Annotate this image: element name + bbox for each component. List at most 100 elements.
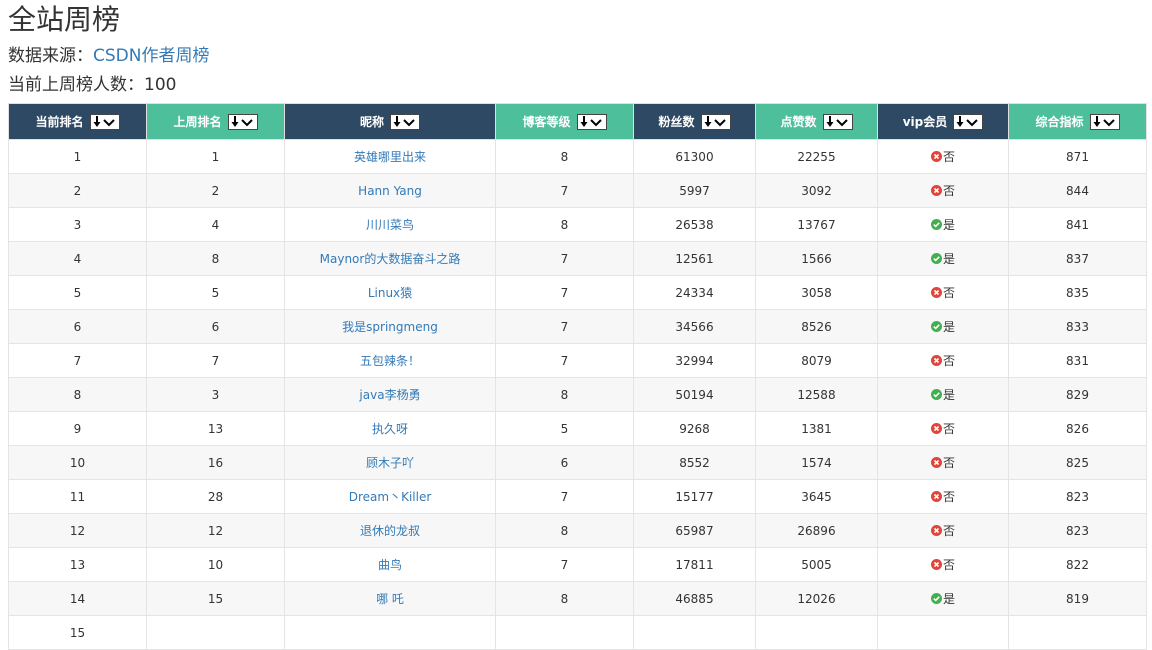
fans-cell: 34566 <box>633 309 756 344</box>
vip-label: 否 <box>942 354 955 368</box>
vip-status: 否 <box>930 454 955 471</box>
table-row: 12 12 退休的龙叔 8 65987 26896 否 823 <box>8 513 1147 548</box>
table-row: 6 6 我是springmeng 7 34566 8526 是 833 <box>8 309 1147 344</box>
vip-label: 否 <box>942 456 955 470</box>
sort-dropdown-icon[interactable] <box>390 114 420 131</box>
vip-status: 否 <box>930 284 955 301</box>
nickname-cell[interactable]: 曲鸟 <box>284 547 496 582</box>
overall-score-cell: 822 <box>1008 547 1147 582</box>
overall-score-cell: 825 <box>1008 445 1147 480</box>
data-source-link[interactable]: CSDN作者周榜 <box>93 46 209 66</box>
table-row: 4 8 Maynor的大数据奋斗之路 7 12561 1566 是 837 <box>8 241 1147 276</box>
vip-status: 否 <box>930 420 955 437</box>
overall-score-cell: 837 <box>1008 241 1147 276</box>
vip-status: 否 <box>930 556 955 573</box>
x-circle-icon <box>930 457 942 468</box>
check-circle-icon <box>930 219 942 230</box>
column-header-current-rank[interactable]: 当前排名 <box>8 103 147 140</box>
vip-cell: 是 <box>877 581 1009 616</box>
table-row: 10 16 顾木子吖 6 8552 1574 否 825 <box>8 445 1147 480</box>
column-header-vip[interactable]: vip会员 <box>877 103 1009 140</box>
nickname-cell[interactable]: 顾木子吖 <box>284 445 496 480</box>
vip-cell: 否 <box>877 513 1009 548</box>
fans-cell: 17811 <box>633 547 756 582</box>
column-header-label: 当前排名 <box>35 114 84 129</box>
column-header-blog-level[interactable]: 博客等级 <box>495 103 634 140</box>
last-week-rank-cell: 16 <box>146 445 285 480</box>
nickname-cell[interactable]: java李杨勇 <box>284 377 496 412</box>
vip-cell: 否 <box>877 173 1009 208</box>
nickname-cell[interactable]: Maynor的大数据奋斗之路 <box>284 241 496 276</box>
sort-dropdown-icon[interactable] <box>700 114 731 131</box>
vip-cell: 否 <box>877 139 1009 174</box>
data-source-label: 数据来源： <box>8 46 93 66</box>
last-week-rank-cell: 8 <box>146 241 285 276</box>
last-week-rank-cell: 7 <box>146 343 285 378</box>
x-circle-icon <box>930 423 942 434</box>
last-week-rank-cell: 6 <box>146 309 285 344</box>
last-week-rank-cell: 3 <box>146 377 285 412</box>
overall-score-cell: 835 <box>1008 275 1147 310</box>
current-rank-cell: 5 <box>8 275 147 310</box>
weekly-count-line: 当前上周榜人数：100 <box>8 74 176 96</box>
table-row: 1 1 英雄哪里出来 8 61300 22255 否 871 <box>8 139 1147 174</box>
sort-dropdown-icon[interactable] <box>953 114 984 131</box>
x-circle-icon <box>930 491 942 502</box>
nickname-cell[interactable]: 哪 吒 <box>284 581 496 616</box>
nickname-cell[interactable]: Dream丶Killer <box>284 479 496 514</box>
column-header-label: 上周排名 <box>173 114 222 129</box>
x-circle-icon <box>930 525 942 536</box>
table-row: 8 3 java李杨勇 8 50194 12588 是 829 <box>8 377 1147 412</box>
last-week-rank-cell: 1 <box>146 139 285 174</box>
column-header-label: 昵称 <box>359 114 384 129</box>
vip-cell: 否 <box>877 343 1009 378</box>
table-row: 15 <box>8 615 1147 650</box>
column-header-overall-score[interactable]: 综合指标 <box>1008 103 1147 140</box>
likes-cell: 3092 <box>755 173 878 208</box>
column-header-likes[interactable]: 点赞数 <box>755 103 878 140</box>
nickname-cell[interactable]: 我是springmeng <box>284 309 496 344</box>
last-week-rank-cell <box>146 615 285 650</box>
table-row: 7 7 五包辣条！ 7 32994 8079 否 831 <box>8 343 1147 378</box>
last-week-rank-cell: 2 <box>146 173 285 208</box>
vip-cell: 是 <box>877 241 1009 276</box>
blog-level-cell: 7 <box>495 343 634 378</box>
nickname-cell[interactable]: 川川菜鸟 <box>284 207 496 242</box>
current-rank-cell: 6 <box>8 309 147 344</box>
nickname-cell[interactable]: 英雄哪里出来 <box>284 139 496 174</box>
last-week-rank-cell: 10 <box>146 547 285 582</box>
column-header-last-week-rank[interactable]: 上周排名 <box>146 103 285 140</box>
last-week-rank-cell: 12 <box>146 513 285 548</box>
sort-dropdown-icon[interactable] <box>822 114 853 131</box>
sort-dropdown-icon[interactable] <box>1089 114 1120 131</box>
vip-cell <box>877 615 1009 650</box>
sort-dropdown-icon[interactable] <box>576 114 607 131</box>
nickname-cell[interactable] <box>284 615 496 650</box>
nickname-cell[interactable]: 退休的龙叔 <box>284 513 496 548</box>
blog-level-cell: 7 <box>495 275 634 310</box>
table-row: 14 15 哪 吒 8 46885 12026 是 819 <box>8 581 1147 616</box>
vip-label: 否 <box>942 490 955 504</box>
check-circle-icon <box>930 389 942 400</box>
column-header-nickname[interactable]: 昵称 <box>284 103 496 140</box>
x-circle-icon <box>930 559 942 570</box>
nickname-cell[interactable]: Linux猿 <box>284 275 496 310</box>
weekly-ranking-table: 当前排名 上周排名 昵称 博客等级 粉丝数 点赞数 vip会员 综合指标 1 1 英雄哪里出来 8 6… <box>8 103 1147 650</box>
current-rank-cell: 11 <box>8 479 147 514</box>
column-header-fans[interactable]: 粉丝数 <box>633 103 756 140</box>
vip-status: 否 <box>930 352 955 369</box>
nickname-cell[interactable]: Hann Yang <box>284 173 496 208</box>
last-week-rank-cell: 15 <box>146 581 285 616</box>
page-title: 全站周榜 <box>8 3 121 36</box>
sort-dropdown-icon[interactable] <box>89 114 120 131</box>
likes-cell: 3645 <box>755 479 878 514</box>
sort-dropdown-icon[interactable] <box>227 114 258 131</box>
vip-label: 否 <box>942 422 955 436</box>
overall-score-cell: 844 <box>1008 173 1147 208</box>
nickname-cell[interactable]: 执久呀 <box>284 411 496 446</box>
overall-score-cell <box>1008 615 1147 650</box>
last-week-rank-cell: 4 <box>146 207 285 242</box>
current-rank-cell: 3 <box>8 207 147 242</box>
blog-level-cell: 7 <box>495 309 634 344</box>
nickname-cell[interactable]: 五包辣条！ <box>284 343 496 378</box>
